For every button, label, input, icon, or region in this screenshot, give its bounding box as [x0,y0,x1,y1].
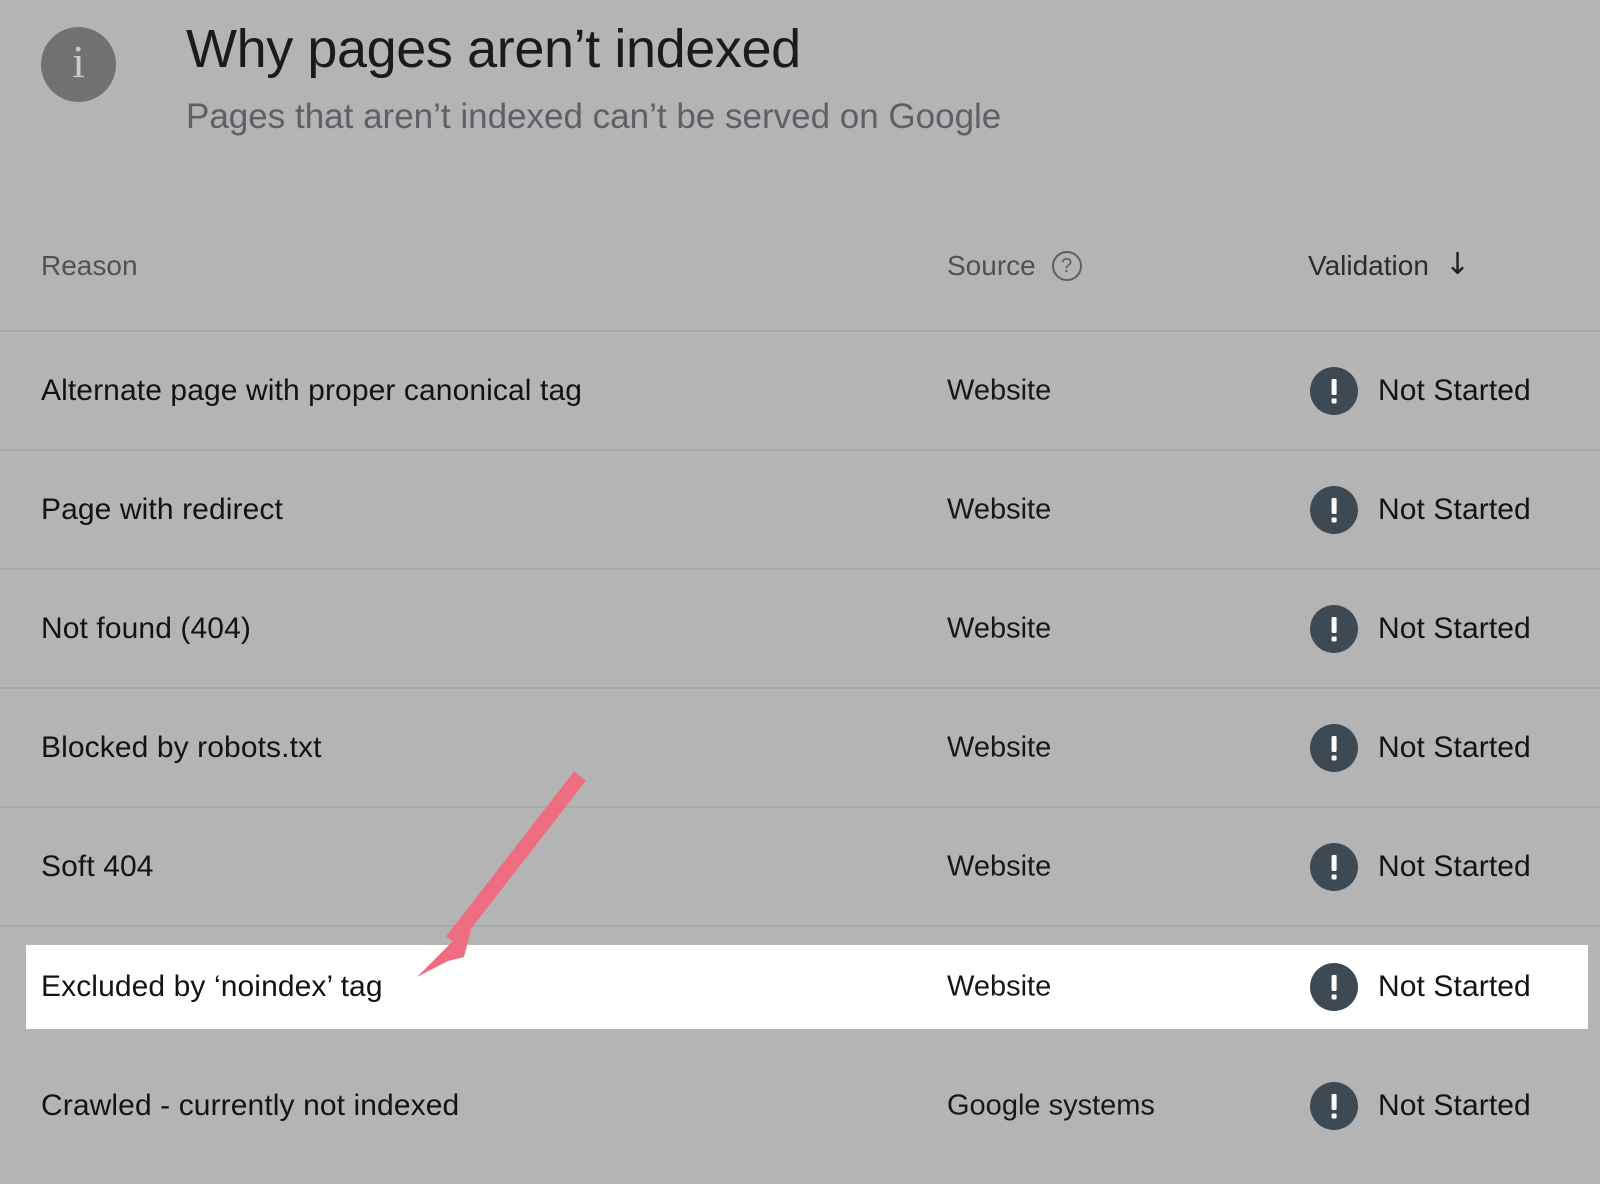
cell-source: Website [947,374,1052,406]
cell-reason: Soft 404 [41,849,154,883]
arrow-down-icon[interactable]: ↓ [1445,250,1470,280]
cell-reason: Alternate page with proper canonical tag [41,373,583,407]
cell-validation: Not Started [1310,723,1531,772]
status-badge: Not Started [1378,730,1531,764]
table-row-highlighted[interactable]: Excluded by ‘noindex’ tag Website Not St… [26,945,1588,1029]
column-header-validation[interactable]: Validation ↓ [1308,250,1470,282]
cell-source: Website [947,731,1052,763]
page-title: Why pages aren’t indexed [186,19,801,79]
column-header-validation-label: Validation [1308,250,1429,281]
alert-exclamation-icon [1310,485,1358,534]
cell-validation: Not Started [1310,604,1531,653]
table-header-row: Reason Source ? Validation ↓ [0,200,1600,332]
cell-source: Website [947,493,1052,525]
column-header-reason[interactable]: Reason [41,250,138,282]
alert-exclamation-icon [1310,366,1358,415]
cell-validation: Not Started [1310,1081,1531,1130]
cell-validation: Not Started [1310,963,1531,1011]
cell-reason: Not found (404) [41,611,251,645]
cell-reason: Excluded by ‘noindex’ tag [41,970,383,1003]
page-subtitle: Pages that aren’t indexed can’t be serve… [186,97,1002,136]
table-row[interactable]: Soft 404 Website Not Started [0,808,1600,927]
page-header: i Why pages aren’t indexed Pages that ar… [0,0,1600,200]
alert-exclamation-icon [1310,842,1358,891]
table-row[interactable]: Blocked by robots.txt Website Not Starte… [0,689,1600,808]
table-row[interactable]: Page with redirect Website Not Started [0,451,1600,570]
table-body: Alternate page with proper canonical tag… [0,332,1600,1165]
status-badge: Not Started [1378,611,1531,645]
info-icon-glyph: i [72,35,85,87]
cell-reason: Crawled - currently not indexed [41,1088,460,1122]
help-circle-icon[interactable]: ? [1051,251,1082,281]
table-row[interactable]: Not found (404) Website Not Started [0,570,1600,689]
cell-source: Google systems [947,1089,1155,1121]
column-header-source-label: Source [947,250,1036,281]
status-badge: Not Started [1378,1088,1531,1122]
status-badge: Not Started [1378,492,1531,526]
cell-source: Website [947,970,1052,1003]
status-badge: Not Started [1378,970,1531,1003]
alert-exclamation-icon [1310,723,1358,772]
column-header-reason-label: Reason [41,250,138,281]
cell-reason: Blocked by robots.txt [41,730,322,764]
status-badge: Not Started [1378,373,1531,407]
info-icon: i [41,27,116,102]
alert-exclamation-icon [1310,1081,1358,1130]
alert-exclamation-icon [1310,604,1358,653]
cell-reason: Page with redirect [41,492,283,526]
table-row[interactable]: Crawled - currently not indexed Google s… [0,1046,1600,1165]
cell-validation: Not Started [1310,842,1531,891]
why-pages-arent-indexed-table: Reason Source ? Validation ↓ Alternate p… [0,200,1600,1165]
alert-exclamation-icon [1310,963,1358,1011]
cell-source: Website [947,850,1052,882]
cell-validation: Not Started [1310,485,1531,534]
cell-source: Website [947,612,1052,644]
table-row[interactable]: Alternate page with proper canonical tag… [0,332,1600,451]
cell-validation: Not Started [1310,366,1531,415]
status-badge: Not Started [1378,849,1531,883]
column-header-source[interactable]: Source ? [947,250,1082,282]
